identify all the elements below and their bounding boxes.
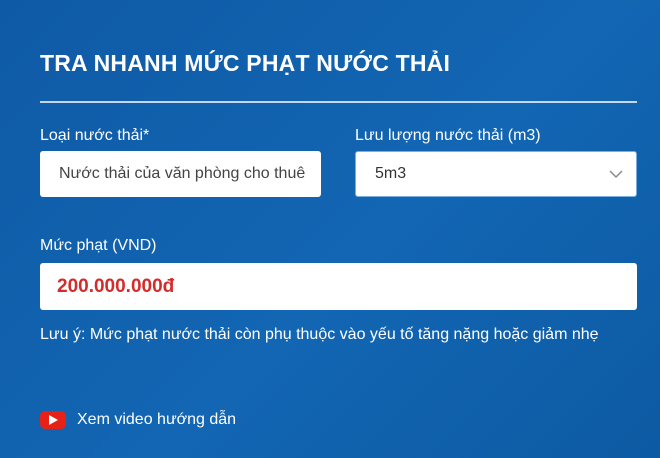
wastewater-type-value: Nước thải của văn phòng cho thuê bbox=[59, 165, 306, 182]
page-title: TRA NHANH MỨC PHẠT NƯỚC THẢI bbox=[40, 50, 451, 76]
flow-rate-value: 5m3 bbox=[375, 165, 407, 182]
flow-rate-label: Lưu lượng nước thải (m3) bbox=[355, 127, 541, 144]
video-guide-link[interactable]: Xem video hướng dẫn bbox=[40, 411, 236, 429]
fine-result-field: 200.000.000đ bbox=[40, 263, 637, 310]
wastewater-type-label: Loại nước thải* bbox=[40, 127, 150, 144]
flow-rate-select[interactable]: 5m3 bbox=[355, 151, 637, 197]
wastewater-type-input[interactable]: Nước thải của văn phòng cho thuê bbox=[40, 151, 321, 197]
fine-lookup-panel: TRA NHANH MỨC PHẠT NƯỚC THẢI Loại nước t… bbox=[0, 0, 660, 458]
fine-label: Mức phạt (VND) bbox=[40, 237, 157, 254]
chevron-down-icon bbox=[596, 152, 636, 196]
title-divider bbox=[40, 101, 637, 103]
fine-note: Lưu ý: Mức phạt nước thải còn phụ thuộc … bbox=[40, 326, 599, 343]
youtube-icon bbox=[40, 411, 66, 429]
video-guide-label: Xem video hướng dẫn bbox=[77, 411, 237, 428]
fine-value: 200.000.000đ bbox=[57, 275, 175, 297]
